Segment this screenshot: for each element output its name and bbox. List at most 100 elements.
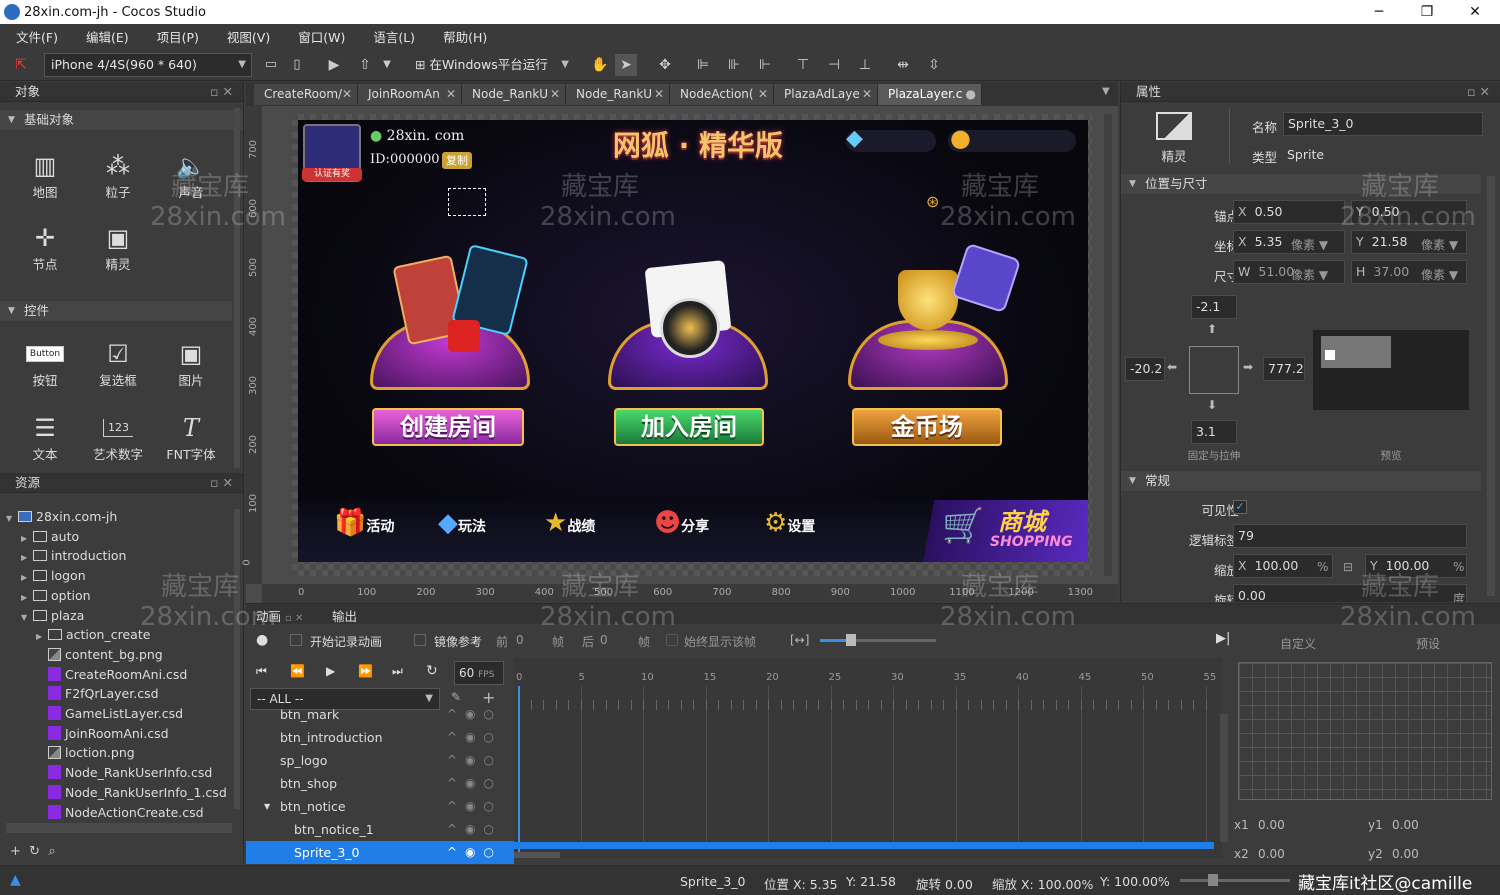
device-select[interactable]: iPhone 4/4S(960 * 640) ▼ — [44, 53, 252, 77]
panel-controls-icon[interactable]: ▫ ✕ — [210, 82, 233, 102]
align-middle-icon[interactable]: ⊣ — [824, 54, 844, 76]
last-frame-icon[interactable]: ⏭ — [392, 664, 403, 679]
upload-icon[interactable]: ⇧ — [356, 54, 374, 76]
refresh-icon[interactable]: ↻ — [29, 844, 40, 859]
object-map[interactable]: ▥ 地图 — [15, 150, 75, 201]
document-tab[interactable]: JoinRoomAn ✕ — [358, 84, 462, 105]
resource-item[interactable]: GameListLayer.csd — [0, 704, 183, 724]
run-platform-select[interactable]: ⊞ 在Windows平台运行 ▼ — [408, 53, 575, 77]
selected-track[interactable] — [514, 842, 1214, 849]
first-frame-icon[interactable]: ⏮ — [256, 664, 267, 679]
menu-view[interactable]: 视图(V) — [227, 27, 270, 46]
resource-item[interactable]: CreateRoomAni.csd — [0, 665, 187, 685]
position-size-section[interactable]: 位置与尺寸 — [1121, 174, 1481, 194]
nav-settings[interactable]: ⚙设置 — [764, 508, 815, 538]
tab-output[interactable]: 输出 — [332, 606, 357, 625]
scale-y-input[interactable]: Y 100.00 — [1365, 554, 1467, 578]
canvas-vscrollbar[interactable] — [1104, 114, 1112, 576]
timeline-hscrollbar[interactable] — [514, 852, 560, 858]
document-tab[interactable]: PlazaLayer.c ● — [878, 84, 982, 105]
basic-objects-section[interactable]: 基础对象 — [0, 110, 243, 130]
shop-banner[interactable]: 🛒 商城 SHOPPING — [898, 500, 1088, 562]
x1-value[interactable]: 0.00 — [1258, 818, 1285, 832]
position-y-unit[interactable]: 像素 ▼ — [1421, 236, 1458, 253]
move-icon[interactable]: ✥ — [655, 54, 675, 76]
join-room-art[interactable] — [598, 250, 778, 400]
menu-help[interactable]: 帮助(H) — [443, 27, 487, 46]
align-center-icon[interactable]: ⊪ — [724, 54, 744, 76]
position-x-unit[interactable]: 像素 ▼ — [1291, 236, 1328, 253]
lock-visible-icon[interactable]: ^◉○ — [447, 795, 502, 818]
timeline-node-row[interactable]: sp_logo ^◉○ — [246, 749, 514, 772]
object-button[interactable]: Button 按钮 — [15, 338, 75, 389]
minimize-button[interactable]: ─ — [1355, 0, 1403, 24]
menu-project[interactable]: 项目(P) — [157, 27, 199, 46]
resources-scrollbar[interactable] — [234, 509, 240, 809]
general-section[interactable]: 常规 — [1121, 471, 1481, 491]
menu-edit[interactable]: 编辑(E) — [86, 27, 129, 46]
diamond-icon[interactable]: ◆ — [846, 126, 863, 151]
gold-field-art[interactable] — [838, 242, 1022, 400]
status-zoom-handle[interactable] — [1208, 874, 1218, 886]
hand-tool-icon[interactable]: ✋ — [590, 54, 610, 76]
next-frame-icon[interactable]: ⏩ — [358, 664, 373, 678]
create-room-art[interactable] — [360, 243, 540, 400]
warning-icon[interactable]: ▲ — [10, 872, 21, 888]
prev-frame-value[interactable]: 0 — [516, 633, 524, 647]
zoom-slider-track[interactable] — [856, 639, 936, 642]
object-node[interactable]: ✛ 节点 — [15, 222, 75, 273]
rotation-input[interactable]: 0.00 — [1233, 584, 1467, 602]
menu-window[interactable]: 窗口(W) — [298, 27, 345, 46]
custom-tab[interactable]: 自定义 — [1280, 635, 1316, 652]
position-x-input[interactable]: X 5.35 — [1233, 230, 1345, 254]
landscape-icon[interactable]: ▭ — [262, 54, 280, 76]
resource-item[interactable]: ▶ option — [0, 586, 91, 606]
panel-controls-icon[interactable]: ▫ ✕ — [285, 613, 303, 624]
join-room-button[interactable]: 加入房间 — [614, 408, 764, 446]
lock-visible-icon[interactable]: ^◉○ — [447, 772, 502, 795]
always-show-checkbox[interactable] — [666, 634, 678, 646]
nav-rules[interactable]: ◆玩法 — [438, 508, 486, 538]
size-h-unit[interactable]: 像素 ▼ — [1421, 266, 1458, 283]
pin-bottom-icon[interactable]: ⬇ — [1207, 398, 1217, 412]
fps-input[interactable]: 60 FPS — [454, 661, 504, 685]
tab-overflow-icon[interactable]: ▼ — [1102, 86, 1110, 97]
margin-top-input[interactable]: -2.1 — [1191, 295, 1237, 319]
resource-item[interactable]: NodeActionCreate.csd — [0, 803, 204, 823]
link-icon[interactable]: ⊟ — [1343, 560, 1353, 574]
canvas-area[interactable]: 700 600 500 400 300 200 100 0 0 100 200 300 400 500 6… — [242, 106, 1118, 603]
mirror-checkbox[interactable] — [414, 634, 426, 646]
close-icon[interactable]: ✕ — [862, 84, 872, 105]
pin-right-icon[interactable]: ➡ — [1243, 360, 1253, 374]
nav-record[interactable]: ★战绩 — [544, 508, 595, 538]
margin-left-input[interactable]: -20.2 — [1125, 357, 1165, 381]
object-checkbox[interactable]: ☑ 复选框 — [88, 338, 148, 389]
select-tool-icon[interactable]: ➤ — [615, 54, 637, 76]
curve-grid[interactable] — [1238, 662, 1492, 800]
y1-value[interactable]: 0.00 — [1392, 818, 1419, 832]
gold-field-button[interactable]: 金币场 — [852, 408, 1002, 446]
portrait-icon[interactable]: ▯ — [288, 54, 306, 76]
resource-item[interactable]: ▶ introduction — [0, 546, 126, 566]
pin-left-icon[interactable]: ⬅ — [1167, 360, 1177, 374]
object-atlas-number[interactable]: 123 艺术数字 — [88, 412, 148, 463]
objects-scrollbar[interactable] — [234, 108, 240, 468]
lock-visible-icon[interactable]: ^◉○ — [447, 841, 502, 864]
search-icon[interactable]: ⌕ — [48, 844, 55, 859]
publish-icon[interactable]: ⇱ — [10, 54, 32, 76]
object-image[interactable]: ▣ 图片 — [161, 338, 221, 389]
resource-item[interactable]: Node_RankUserInfo_1.csd — [0, 783, 227, 803]
size-w-unit[interactable]: 像素 ▼ — [1291, 266, 1328, 283]
timeline-node-row[interactable]: btn_mark ^◉○ — [246, 709, 514, 726]
maximize-button[interactable]: ❐ — [1403, 0, 1451, 24]
next-frame-value[interactable]: 0 — [600, 633, 608, 647]
distribute-v-icon[interactable]: ⇳ — [924, 54, 944, 76]
lock-visible-icon[interactable]: ^◉○ — [447, 709, 502, 726]
resource-item[interactable]: F2fQrLayer.csd — [0, 684, 159, 704]
status-zoom-slider[interactable] — [1180, 879, 1290, 882]
timeline-node-row[interactable]: btn_introduction ^◉○ — [246, 726, 514, 749]
visible-checkbox[interactable]: ✓ — [1233, 500, 1247, 514]
close-icon[interactable]: ✕ — [550, 84, 560, 105]
modified-dot-icon[interactable]: ● — [966, 84, 976, 105]
chevron-down-icon[interactable]: ▼ — [264, 795, 270, 818]
